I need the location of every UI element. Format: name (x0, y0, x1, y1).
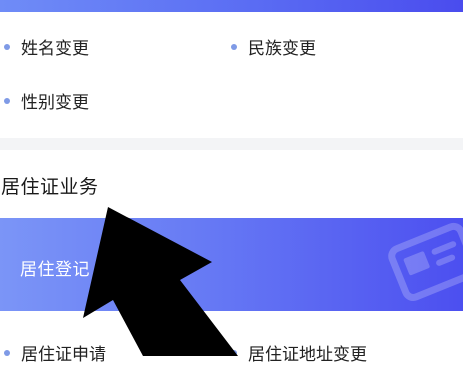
section-divider (0, 138, 463, 150)
id-card-icon (388, 222, 463, 301)
item-label: 性别变更 (21, 93, 89, 113)
name-change-section (0, 12, 463, 138)
bullet-icon (4, 349, 10, 356)
item-name-change[interactable]: 姓名变更 (4, 34, 89, 59)
item-label: 居住证地址变更 (248, 345, 367, 365)
item-ethnicity-change[interactable]: 民族变更 (231, 34, 316, 59)
item-residence-permit-apply[interactable]: 居住证申请 (4, 340, 106, 365)
bullet-icon (4, 43, 10, 50)
bullet-icon (4, 97, 10, 104)
item-label: 姓名变更 (21, 39, 89, 59)
top-banner-edge (0, 0, 463, 12)
bullet-icon (231, 349, 237, 356)
item-residence-address-change[interactable]: 居住证地址变更 (231, 340, 367, 365)
bullet-icon (231, 43, 237, 50)
item-label: 民族变更 (248, 39, 316, 59)
item-label: 居住证申请 (21, 345, 106, 365)
item-gender-change[interactable]: 性别变更 (4, 88, 89, 113)
section-title: 居住证业务 (1, 176, 99, 198)
banner-label: 居住登记 (20, 260, 90, 280)
